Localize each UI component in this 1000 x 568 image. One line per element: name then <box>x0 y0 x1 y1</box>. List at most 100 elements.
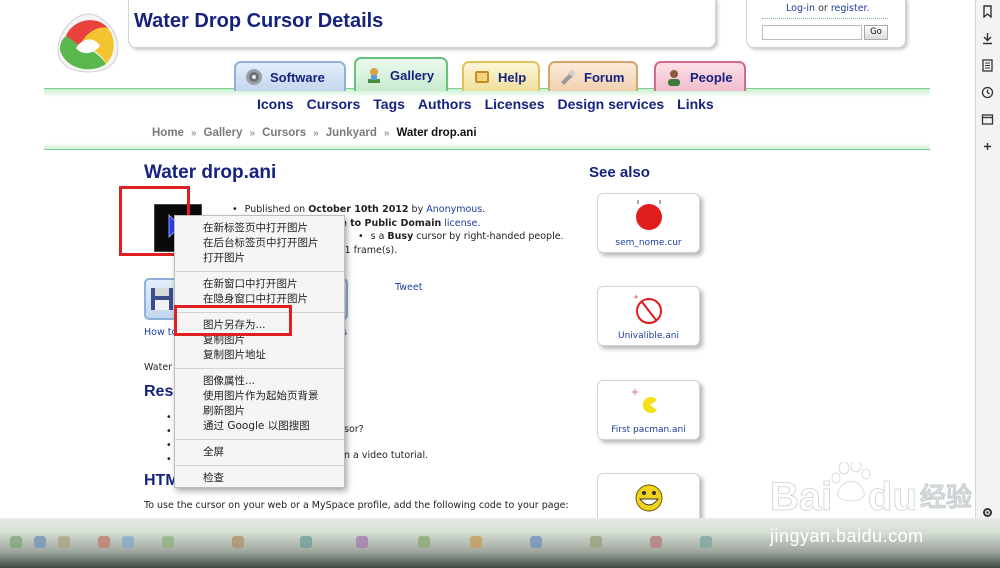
notes-icon[interactable] <box>981 59 994 72</box>
svg-text:Bai: Bai <box>770 475 832 519</box>
taskbar-app-icon[interactable] <box>590 536 602 548</box>
author-link[interactable]: Anonymous <box>426 204 482 215</box>
breadcrumb-gallery[interactable]: Gallery <box>204 127 243 139</box>
login-or-text: or <box>815 3 831 14</box>
login-link[interactable]: Log-in <box>786 3 815 14</box>
see-also-card-label: sem_nome.cur <box>615 238 682 248</box>
bookmark-icon[interactable] <box>981 5 994 18</box>
resource-text-fragment: sor? <box>344 424 364 435</box>
nav-tags[interactable]: Tags <box>373 96 405 112</box>
svg-text:du: du <box>868 475 917 519</box>
see-also-card[interactable]: First pacman.ani <box>597 380 700 440</box>
highlight-box-save-as <box>174 305 292 336</box>
tab-help-label: Help <box>498 69 527 85</box>
menu-open-image-new-tab[interactable]: 在新标签页中打开图片 <box>175 221 344 236</box>
window-icon[interactable] <box>981 113 994 126</box>
taskbar-app-icon[interactable] <box>470 536 482 548</box>
tab-gallery[interactable]: Gallery <box>354 57 448 91</box>
menu-image-properties[interactable]: 图像属性... <box>175 374 344 389</box>
see-also-card[interactable]: sem_nome.cur <box>597 193 700 253</box>
main-nav: Icons Cursors Tags Authors Licenses Desi… <box>257 96 714 112</box>
see-also-heading: See also <box>589 164 650 181</box>
people-icon <box>668 70 680 86</box>
breadcrumb-cursors[interactable]: Cursors <box>262 127 306 139</box>
resource-text-fragment: n a video tutorial. <box>344 450 429 461</box>
tweet-link[interactable]: Tweet <box>395 282 422 293</box>
login-links: Log-in or register. <box>786 3 870 14</box>
breadcrumb-separator-icon: » <box>383 127 390 139</box>
taskbar-app-icon[interactable] <box>650 536 662 548</box>
menu-divider <box>175 465 344 466</box>
register-link[interactable]: register. <box>831 3 870 14</box>
breadcrumb-junkyard[interactable]: Junkyard <box>326 127 377 139</box>
menu-open-image[interactable]: 打开图片 <box>175 251 344 266</box>
nav-authors[interactable]: Authors <box>418 96 472 112</box>
taskbar-app-icon[interactable] <box>10 536 22 548</box>
menu-copy-image-address[interactable]: 复制图片地址 <box>175 348 344 363</box>
menu-divider <box>175 439 344 440</box>
history-icon[interactable] <box>981 86 994 99</box>
nav-design-services[interactable]: Design services <box>558 96 665 112</box>
menu-fullscreen[interactable]: 全屏 <box>175 445 344 460</box>
taskbar-app-icon[interactable] <box>162 536 174 548</box>
breadcrumb-separator-icon: » <box>249 127 256 139</box>
nav-cursors[interactable]: Cursors <box>307 96 361 112</box>
usage-instructions: To use the cursor on your web or a MySpa… <box>144 500 569 511</box>
go-button[interactable]: Go <box>864 25 888 40</box>
gallery-icon <box>368 68 380 83</box>
taskbar-app-icon[interactable] <box>418 536 430 548</box>
help-icon <box>475 71 489 83</box>
tab-help[interactable]: Help <box>462 61 540 91</box>
see-also-card-label: Univalible.ani <box>618 331 679 341</box>
taskbar-app-icon[interactable] <box>232 536 244 548</box>
taskbar-app-icon[interactable] <box>122 536 134 548</box>
svg-text:经验: 经验 <box>920 482 972 513</box>
tab-forum-label: Forum <box>584 69 625 85</box>
site-logo[interactable] <box>52 10 124 76</box>
page-title: Water drop.ani <box>144 162 277 183</box>
menu-divider <box>175 368 344 369</box>
menu-divider <box>175 271 344 272</box>
taskbar-app-icon[interactable] <box>58 536 70 548</box>
tab-people[interactable]: People <box>654 61 746 91</box>
taskbar-app-icon[interactable] <box>700 536 712 548</box>
pacman-cursor-icon <box>632 389 657 413</box>
add-panel-icon[interactable] <box>981 140 994 153</box>
browser-sidebar <box>975 0 1000 518</box>
download-button[interactable] <box>144 278 178 320</box>
breadcrumb-separator-icon: » <box>190 127 197 139</box>
breadcrumb-home[interactable]: Home <box>152 127 184 139</box>
taskbar-app-icon[interactable] <box>98 536 110 548</box>
taskbar-app-icon[interactable] <box>530 536 542 548</box>
tab-software[interactable]: Software <box>234 61 346 91</box>
tab-forum[interactable]: Forum <box>548 61 638 91</box>
menu-search-google-image[interactable]: 通过 Google 以图搜图 <box>175 419 344 434</box>
menu-inspect[interactable]: 检查 <box>175 471 344 486</box>
watermark-url: jingyan.baidu.com <box>770 526 924 546</box>
see-also-card[interactable] <box>597 473 700 518</box>
breadcrumb: Home » Gallery » Cursors » Junkyard » Wa… <box>152 127 477 139</box>
license-link[interactable]: license <box>441 218 477 229</box>
image-context-menu: 在新标签页中打开图片 在后台标签页中打开图片 打开图片 在新窗口中打开图片 在隐… <box>174 215 345 488</box>
taskbar-app-icon[interactable] <box>300 536 312 548</box>
nav-links[interactable]: Links <box>677 96 714 112</box>
forum-icon <box>561 70 575 85</box>
taskbar-app-icon[interactable] <box>34 536 46 548</box>
menu-open-image-new-window[interactable]: 在新窗口中打开图片 <box>175 277 344 292</box>
nav-licenses[interactable]: Licenses <box>485 96 545 112</box>
breadcrumb-separator-icon: » <box>313 127 319 139</box>
disc-icon <box>246 69 262 85</box>
tab-people-label: People <box>690 69 733 85</box>
see-also-card-label: First pacman.ani <box>611 425 686 435</box>
breadcrumb-current: Water drop.ani <box>396 127 477 139</box>
menu-reload-image[interactable]: 刷新图片 <box>175 404 344 419</box>
taskbar-app-icon[interactable] <box>356 536 368 548</box>
site-title: Water Drop Cursor Details <box>134 10 384 32</box>
download-icon[interactable] <box>981 32 994 45</box>
laughing-face-cursor-icon <box>635 484 663 512</box>
menu-set-as-background[interactable]: 使用图片作为起始页背景 <box>175 389 344 404</box>
search-input[interactable] <box>762 25 862 40</box>
nav-icons[interactable]: Icons <box>257 96 294 112</box>
see-also-card[interactable]: Univalible.ani <box>597 286 700 346</box>
menu-open-image-background-tab[interactable]: 在后台标签页中打开图片 <box>175 236 344 251</box>
